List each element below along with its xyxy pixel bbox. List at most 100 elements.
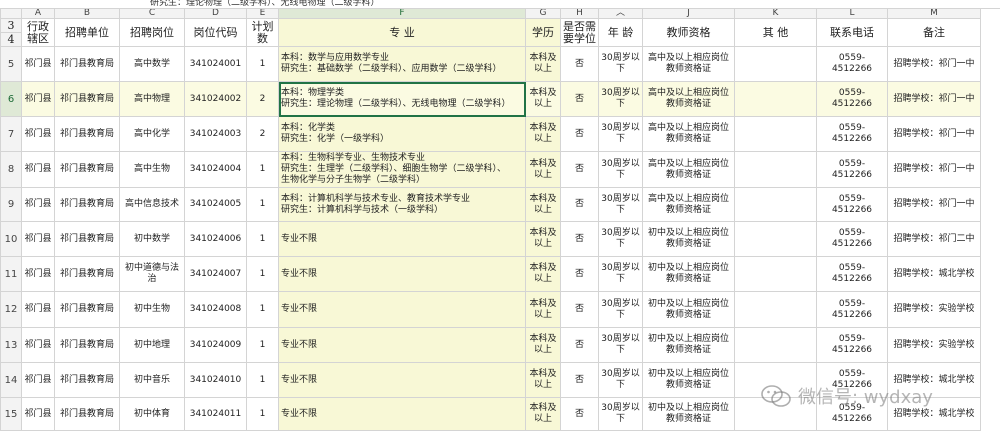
cell-degree[interactable]: 否: [560, 46, 599, 82]
header-unit[interactable]: 招聘单位: [54, 18, 120, 47]
header-age[interactable]: 年 龄: [598, 18, 643, 47]
row-number[interactable]: 13: [0, 327, 22, 363]
cell-qualification[interactable]: 初中及以上相应岗位教师资格证: [642, 256, 735, 292]
cell-age[interactable]: 30周岁以下: [598, 327, 643, 363]
cell-region[interactable]: 祁门县: [21, 187, 55, 222]
cell-code[interactable]: 341024010: [184, 362, 247, 398]
cell-note[interactable]: 招聘学校：祁门一中: [887, 81, 981, 117]
cell-age[interactable]: 30周岁以下: [598, 46, 643, 82]
header-major[interactable]: 专 业: [278, 18, 526, 47]
cell-other[interactable]: [734, 46, 817, 82]
cell-unit[interactable]: 祁门县教育局: [54, 187, 120, 222]
cell-qualification[interactable]: 初中及以上相应岗位教师资格证: [642, 221, 735, 257]
row-number[interactable]: 14: [0, 362, 22, 398]
header-other[interactable]: 其 他: [734, 18, 817, 47]
cell-plan[interactable]: 1: [246, 187, 279, 222]
cell-age[interactable]: 30周岁以下: [598, 221, 643, 257]
cell-education[interactable]: 本科及以上: [525, 81, 561, 117]
column-header-k[interactable]: K: [734, 8, 817, 19]
cell-plan[interactable]: 1: [246, 397, 279, 431]
row-number[interactable]: 11: [0, 256, 22, 292]
cell-code[interactable]: 341024008: [184, 291, 247, 328]
cell-region[interactable]: 祁门县: [21, 81, 55, 117]
row-number[interactable]: 9: [0, 187, 22, 222]
cell-qualification[interactable]: 初中及以上相应岗位教师资格证: [642, 327, 735, 363]
cell-education[interactable]: 本科及以上: [525, 116, 561, 152]
cell-region[interactable]: 祁门县: [21, 46, 55, 82]
cell-note[interactable]: 招聘学校：祁门二中: [887, 221, 981, 257]
cell-degree[interactable]: 否: [560, 362, 599, 398]
cell-unit[interactable]: 祁门县教育局: [54, 116, 120, 152]
cell-major[interactable]: 本科：物理学类 研究生：理论物理（二级学科）、无线电物理（二级学科）: [278, 81, 526, 117]
cell-note[interactable]: 招聘学校：祁门一中: [887, 187, 981, 222]
cell-degree[interactable]: 否: [560, 116, 599, 152]
cell-other[interactable]: [734, 397, 817, 431]
cell-age[interactable]: 30周岁以下: [598, 256, 643, 292]
cell-other[interactable]: [734, 256, 817, 292]
cell-plan[interactable]: 1: [246, 221, 279, 257]
cell-qualification[interactable]: 高中及以上相应岗位教师资格证: [642, 151, 735, 188]
cell-degree[interactable]: 否: [560, 397, 599, 431]
cell-note[interactable]: 招聘学校：祁门一中: [887, 151, 981, 188]
cell-education[interactable]: 本科及以上: [525, 46, 561, 82]
cell-phone[interactable]: 0559-4512266: [816, 256, 888, 292]
cell-plan[interactable]: 2: [246, 116, 279, 152]
cell-major[interactable]: 专业不限: [278, 362, 526, 398]
header-plan[interactable]: 计划数: [246, 18, 279, 47]
cell-code[interactable]: 341024007: [184, 256, 247, 292]
cell-plan[interactable]: 1: [246, 291, 279, 328]
cell-code[interactable]: 341024002: [184, 81, 247, 117]
cell-region[interactable]: 祁门县: [21, 291, 55, 328]
cell-phone[interactable]: 0559-4512266: [816, 397, 888, 431]
cell-education[interactable]: 本科及以上: [525, 362, 561, 398]
cell-major[interactable]: 专业不限: [278, 256, 526, 292]
cell-position[interactable]: 高中化学: [119, 116, 185, 152]
cell-education[interactable]: 本科及以上: [525, 327, 561, 363]
cell-phone[interactable]: 0559-4512266: [816, 151, 888, 188]
cell-degree[interactable]: 否: [560, 221, 599, 257]
cell-degree[interactable]: 否: [560, 327, 599, 363]
column-header-a[interactable]: A: [21, 8, 55, 19]
cell-other[interactable]: [734, 151, 817, 188]
cell-plan[interactable]: 1: [246, 327, 279, 363]
column-header-e[interactable]: E: [246, 8, 279, 19]
cell-position[interactable]: 初中数学: [119, 221, 185, 257]
column-header-h[interactable]: H: [560, 8, 599, 19]
cell-region[interactable]: 祁门县: [21, 362, 55, 398]
cell-phone[interactable]: 0559-4512266: [816, 81, 888, 117]
cell-position[interactable]: 高中数学: [119, 46, 185, 82]
cell-other[interactable]: [734, 116, 817, 152]
cell-position[interactable]: 高中生物: [119, 151, 185, 188]
column-header-b[interactable]: B: [54, 8, 120, 19]
cell-region[interactable]: 祁门县: [21, 116, 55, 152]
cell-other[interactable]: [734, 81, 817, 117]
cell-code[interactable]: 341024004: [184, 151, 247, 188]
cell-code[interactable]: 341024005: [184, 187, 247, 222]
cell-unit[interactable]: 祁门县教育局: [54, 46, 120, 82]
chevron-up-icon[interactable]: ︿: [616, 10, 625, 18]
row-number[interactable]: 5: [0, 46, 22, 82]
cell-unit[interactable]: 祁门县教育局: [54, 256, 120, 292]
cell-qualification[interactable]: 初中及以上相应岗位教师资格证: [642, 397, 735, 431]
row-number[interactable]: 8: [0, 151, 22, 188]
cell-position[interactable]: 高中信息技术: [119, 187, 185, 222]
cell-note[interactable]: 招聘学校：祁门一中: [887, 116, 981, 152]
cell-education[interactable]: 本科及以上: [525, 397, 561, 431]
cell-unit[interactable]: 祁门县教育局: [54, 221, 120, 257]
cell-other[interactable]: [734, 187, 817, 222]
cell-major[interactable]: 专业不限: [278, 221, 526, 257]
header-region[interactable]: 行政辖区: [21, 18, 55, 47]
cell-age[interactable]: 30周岁以下: [598, 397, 643, 431]
cell-region[interactable]: 祁门县: [21, 151, 55, 188]
cell-code[interactable]: 341024009: [184, 327, 247, 363]
cell-major[interactable]: 专业不限: [278, 291, 526, 328]
cell-age[interactable]: 30周岁以下: [598, 291, 643, 328]
cell-code[interactable]: 341024001: [184, 46, 247, 82]
cell-position[interactable]: 初中道德与法治: [119, 256, 185, 292]
cell-region[interactable]: 祁门县: [21, 221, 55, 257]
column-header-j[interactable]: J: [642, 8, 735, 19]
column-header-m[interactable]: M: [887, 8, 981, 19]
cell-plan[interactable]: 1: [246, 362, 279, 398]
header-position[interactable]: 招聘岗位: [119, 18, 185, 47]
cell-code[interactable]: 341024006: [184, 221, 247, 257]
